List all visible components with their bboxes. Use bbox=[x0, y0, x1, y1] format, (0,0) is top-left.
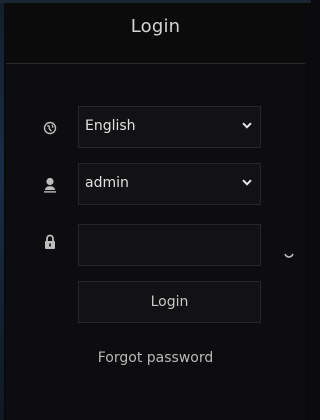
password-input[interactable] bbox=[79, 225, 260, 265]
password-field[interactable] bbox=[78, 224, 261, 266]
dialog-title: Login bbox=[130, 16, 181, 37]
login-button[interactable]: Login bbox=[78, 281, 261, 323]
user-select[interactable]: admin bbox=[78, 163, 261, 205]
chevron-down-icon bbox=[242, 122, 252, 129]
language-value: English bbox=[85, 118, 136, 134]
globe-icon bbox=[43, 120, 57, 136]
forgot-password-link[interactable]: Forgot password bbox=[0, 350, 311, 366]
dialog-header: Login bbox=[6, 3, 305, 64]
user-value: admin bbox=[85, 175, 129, 191]
language-select[interactable]: English bbox=[78, 106, 261, 148]
user-icon bbox=[43, 177, 57, 193]
eye-closed-icon[interactable] bbox=[284, 253, 294, 259]
screen: Login English admin Login Forgot passwor… bbox=[0, 0, 311, 420]
chevron-down-icon bbox=[242, 179, 252, 186]
lock-icon bbox=[44, 234, 58, 250]
